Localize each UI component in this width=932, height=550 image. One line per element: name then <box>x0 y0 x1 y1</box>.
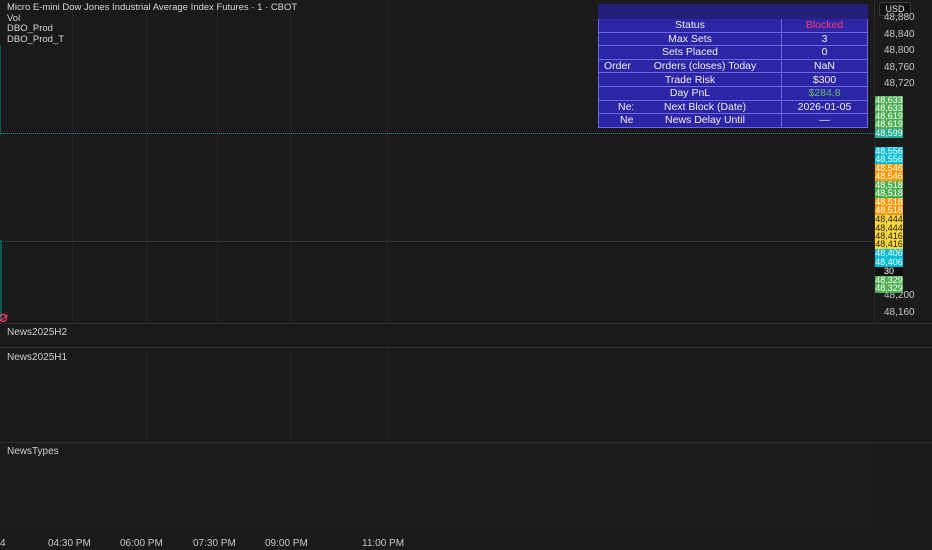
price-label: 48,329 <box>875 283 903 293</box>
table-row: Ne: Next Block (Date) 2026-01-05 <box>598 99 868 115</box>
grid-line <box>146 348 147 442</box>
table-row: Day PnL $284.8 <box>598 85 868 101</box>
grid-line <box>387 0 388 322</box>
row-value: NaN <box>781 58 868 74</box>
table-row: Status Blocked <box>598 18 868 33</box>
grid-line <box>387 348 388 442</box>
news2025h1-pane[interactable] <box>0 348 874 442</box>
chart-legend: Micro E-mini Dow Jones Industrial Averag… <box>7 2 297 46</box>
row-label: News Delay Until <box>665 114 745 127</box>
table-row: Order Orders (closes) Today NaN <box>598 58 868 74</box>
time-label: 04:30 PM <box>48 538 91 549</box>
row-label: Status <box>598 18 782 33</box>
row-label: Max Sets <box>598 31 782 47</box>
price-label: 48,599 <box>875 128 903 138</box>
table-row: Ne News Delay Until — <box>598 113 868 128</box>
pane-title-news2025h1[interactable]: News2025H1 <box>7 352 67 363</box>
grid-line <box>146 0 147 322</box>
grid-line <box>290 0 291 322</box>
row-value: $300 <box>781 72 868 87</box>
row-label: Sets Placed <box>598 45 782 60</box>
time-label: 07:30 PM <box>193 538 236 549</box>
table-row: Max Sets 3 <box>598 31 868 47</box>
grid-line <box>72 0 73 322</box>
strategy-info-table: Status Blocked Max Sets 3 Sets Placed 0 … <box>598 4 868 128</box>
row-label: Day PnL <box>598 85 782 101</box>
price-tick: 48,720 <box>884 78 915 89</box>
grid-line <box>217 0 218 322</box>
row-label: Next Block (Date) <box>663 100 747 113</box>
price-tick: 48,800 <box>884 45 915 56</box>
pane-title-newstypes[interactable]: NewsTypes <box>7 446 59 457</box>
row-label-prefix: Ne <box>620 114 634 127</box>
indicator-dbo-prod[interactable]: DBO_Prod <box>7 23 297 35</box>
time-label: 06:00 PM <box>120 538 163 549</box>
row-value: — <box>781 113 868 128</box>
price-bar <box>0 45 1 135</box>
table-row: Sets Placed 0 <box>598 45 868 60</box>
price-tick: 48,880 <box>884 12 915 23</box>
replay-cursor-icon[interactable] <box>0 312 10 322</box>
chart-title[interactable]: Micro E-mini Dow Jones Industrial Averag… <box>7 2 297 14</box>
pane-title-news2025h2[interactable]: News2025H2 <box>7 327 67 338</box>
row-label-prefix: Ne: <box>618 100 635 113</box>
row-value: 0 <box>781 45 868 60</box>
pnl-value: $284.8 <box>781 85 868 101</box>
grid-line <box>290 348 291 442</box>
table-row: Trade Risk $300 <box>598 72 868 87</box>
row-value: 3 <box>781 31 868 47</box>
main-chart-pane[interactable]: Micro E-mini Dow Jones Industrial Averag… <box>0 0 874 322</box>
time-label: 4 <box>0 538 6 549</box>
indicator-dbo-prod-t[interactable]: DBO_Prod_T <box>7 34 297 46</box>
row-label-prefix: Order <box>604 60 631 73</box>
row-label-cell: Ne: Next Block (Date) <box>598 99 782 115</box>
row-label-cell: Ne News Delay Until <box>598 113 782 128</box>
price-tick: 48,160 <box>884 307 915 318</box>
row-label-cell: Order Orders (closes) Today <box>598 58 782 74</box>
price-tick: 48,840 <box>884 29 915 40</box>
price-bar <box>0 240 2 320</box>
time-label: 09:00 PM <box>265 538 308 549</box>
row-value: 2026-01-05 <box>781 99 868 115</box>
status-value: Blocked <box>781 18 868 33</box>
row-label: Orders (closes) Today <box>653 60 757 73</box>
row-label: Trade Risk <box>598 72 782 87</box>
newstypes-pane[interactable] <box>0 443 874 529</box>
price-tick: 48,760 <box>884 62 915 73</box>
time-label: 11:00 PM <box>362 538 405 549</box>
crosshair-line <box>0 241 874 242</box>
last-price-line <box>0 133 874 134</box>
news2025h2-pane[interactable] <box>0 324 874 346</box>
